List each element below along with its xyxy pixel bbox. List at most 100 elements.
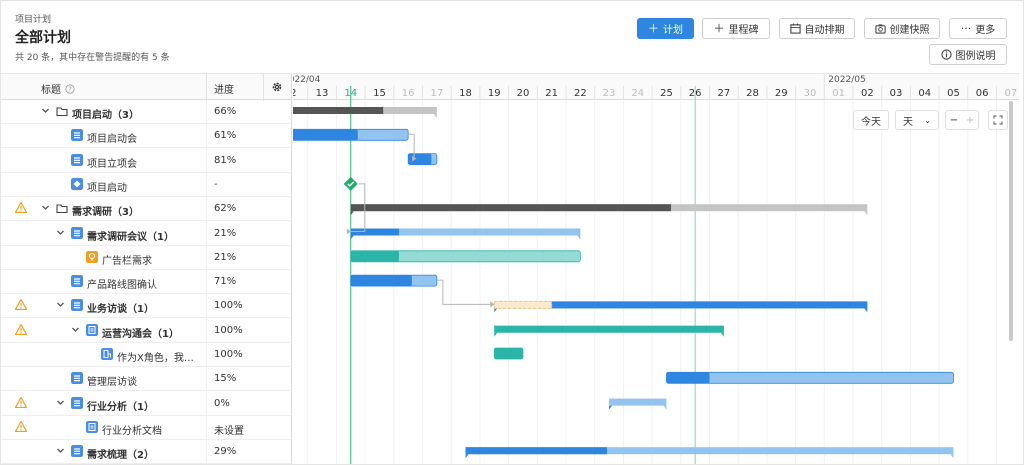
- row-progress: 100%: [214, 349, 243, 360]
- zoom-in-icon[interactable]: +: [966, 115, 974, 126]
- table-row[interactable]: 项目启动 -: [1, 172, 291, 197]
- add-plan-label: 计划: [663, 25, 683, 36]
- row-title[interactable]: 项目立项会: [87, 155, 137, 170]
- summary-bar-cap: [864, 308, 868, 313]
- task-bar-progress: [494, 348, 523, 359]
- table-row[interactable]: 项目启动（3） 66%: [1, 100, 291, 124]
- gear-icon[interactable]: [271, 81, 283, 93]
- day-tick-label: 18: [459, 88, 472, 99]
- page-title: 全部计划: [15, 30, 71, 46]
- row-title[interactable]: 需求调研会议（1）: [87, 228, 174, 243]
- column-divider: [206, 221, 207, 246]
- row-title[interactable]: 广告栏需求: [102, 252, 152, 267]
- table-row[interactable]: 业务访谈（1） 100%: [1, 294, 291, 319]
- chevron-down-icon[interactable]: [56, 446, 65, 455]
- table-row[interactable]: 行业分析文档 未设置: [1, 415, 291, 440]
- summary-bar-cap: [663, 405, 667, 410]
- row-progress: 71%: [214, 276, 237, 288]
- summary-bar-cap: [494, 332, 498, 337]
- row-title[interactable]: 作为X角色，我…: [117, 349, 194, 364]
- idea-icon: [86, 250, 98, 263]
- chevron-down-icon[interactable]: [71, 325, 80, 334]
- vertical-scrollbar[interactable]: [1009, 101, 1013, 341]
- table-row[interactable]: 行业分析（1） 0%: [1, 391, 291, 416]
- day-tick-label: 30: [804, 88, 817, 99]
- column-divider: [206, 197, 207, 222]
- calendar-icon: [789, 23, 801, 34]
- table-row[interactable]: 产品路线图确认 71%: [1, 270, 291, 295]
- row-title[interactable]: 业务访谈（1）: [87, 300, 154, 315]
- add-plan-button[interactable]: ＋ 计划: [637, 18, 694, 39]
- row-title[interactable]: 产品路线图确认: [87, 276, 157, 291]
- row-title[interactable]: 需求调研（3）: [72, 203, 139, 218]
- chevron-down-icon[interactable]: [41, 203, 50, 212]
- column-title-header[interactable]: 标题 ?: [41, 81, 75, 96]
- svg-text:?: ?: [68, 85, 72, 93]
- column-divider: [206, 270, 207, 295]
- row-progress: 62%: [214, 203, 237, 215]
- summary-text: 共 20 条，其中存在警告提醒的有 5 条: [15, 53, 170, 63]
- summary-bar-cap: [609, 405, 613, 410]
- auto-schedule-button[interactable]: 自动排期: [779, 18, 855, 39]
- warning-icon: [15, 299, 27, 311]
- table-row[interactable]: 需求调研会议（1） 21%: [1, 221, 291, 246]
- chevron-down-icon[interactable]: [56, 300, 65, 309]
- column-divider: [206, 318, 207, 343]
- today-button[interactable]: 今天: [853, 110, 889, 130]
- row-title[interactable]: 运营沟通会（1）: [102, 325, 179, 340]
- table-row[interactable]: 运营沟通会（1） 100%: [1, 318, 291, 343]
- day-tick-label: 22: [574, 88, 587, 99]
- gantt-canvas: 2131415161718192021222324252627282930010…: [293, 73, 1019, 464]
- help-icon[interactable]: ?: [65, 83, 75, 94]
- column-divider: [206, 148, 207, 173]
- row-title[interactable]: 需求梳理（2）: [87, 446, 154, 461]
- table-row[interactable]: 项目立项会 81%: [1, 148, 291, 173]
- row-title[interactable]: 行业分析（1）: [87, 398, 154, 413]
- dependency-link: [436, 279, 495, 305]
- row-title[interactable]: 项目启动: [87, 179, 127, 194]
- fullscreen-button[interactable]: [988, 110, 1008, 130]
- table-row[interactable]: 项目启动会 61%: [1, 124, 291, 149]
- add-milestone-button[interactable]: ＋ 里程碑: [702, 18, 770, 39]
- warning-icon: [15, 323, 27, 335]
- breadcrumb[interactable]: 项目计划: [15, 12, 51, 25]
- dependency-arrow: [346, 228, 351, 235]
- task-grid: 标题 ? 进度 项目启动（3） 66% 项目启动会 61% 项目立项会 81% 项目启动 - 需…: [1, 73, 292, 464]
- column-divider: [206, 172, 207, 197]
- row-title[interactable]: 项目启动（3）: [72, 106, 139, 121]
- summary-bar-cap: [720, 332, 724, 337]
- table-row[interactable]: 管理层访谈 15%: [1, 367, 291, 392]
- column-divider: [263, 74, 264, 101]
- create-snapshot-button[interactable]: 创建快照: [864, 18, 940, 39]
- scale-select[interactable]: 天 ⌄: [895, 110, 939, 130]
- column-progress-header[interactable]: 进度: [214, 81, 234, 96]
- row-title[interactable]: 项目启动会: [87, 130, 137, 145]
- more-button[interactable]: ··· 更多: [949, 18, 1007, 39]
- column-divider: [206, 367, 207, 392]
- chevron-down-icon[interactable]: [56, 228, 65, 237]
- zoom-controls: − +: [945, 110, 979, 130]
- table-row[interactable]: 需求梳理（2） 29%: [1, 440, 291, 464]
- day-tick-label: 19: [488, 88, 501, 99]
- chevron-down-icon[interactable]: [41, 106, 50, 115]
- auto-schedule-label: 自动排期: [804, 25, 845, 36]
- chevron-down-icon[interactable]: [56, 398, 65, 407]
- milestone-icon: [71, 177, 83, 190]
- summary-bar-cap: [577, 235, 581, 240]
- plus-icon: ＋: [648, 22, 659, 35]
- row-title[interactable]: 管理层访谈: [87, 373, 137, 388]
- table-row[interactable]: 作为X角色，我… 100%: [1, 343, 291, 367]
- table-row[interactable]: 需求调研（3） 62%: [1, 197, 291, 222]
- day-tick-label: 29: [775, 88, 788, 99]
- day-tick-label: 15: [373, 88, 386, 99]
- column-title-label: 标题: [41, 85, 61, 96]
- day-tick-label: 01: [832, 88, 845, 99]
- task-icon: [71, 372, 83, 385]
- zoom-out-icon[interactable]: −: [950, 115, 958, 126]
- legend-button[interactable]: 图例说明: [929, 44, 1007, 65]
- table-row[interactable]: 广告栏需求 21%: [1, 245, 291, 270]
- task-icon: [71, 226, 83, 239]
- day-tick-label: 07: [1004, 88, 1017, 99]
- row-title[interactable]: 行业分析文档: [102, 422, 162, 437]
- create-snapshot-label: 创建快照: [889, 25, 930, 36]
